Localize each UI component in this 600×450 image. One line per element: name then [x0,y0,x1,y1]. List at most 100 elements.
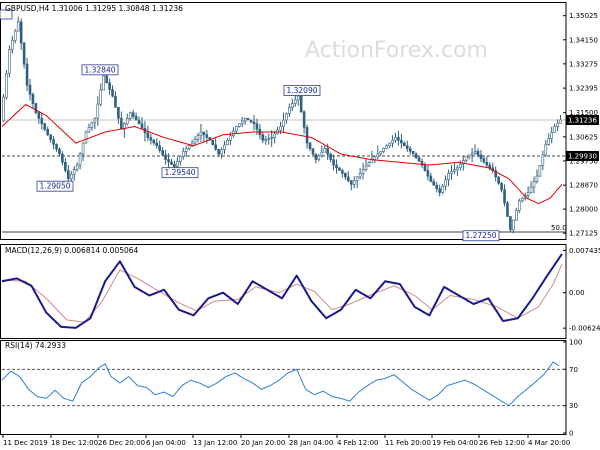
candle-body [184,148,188,152]
candle-body [308,142,312,149]
candle-body [223,144,226,150]
candle-body [497,176,500,184]
candle-body [450,171,453,174]
candle-body [373,156,377,160]
candle-body [161,150,164,156]
candle-body [249,119,253,123]
candle-body [291,103,294,108]
price-tick-label: 1.33275 [569,60,598,68]
candle-body [299,95,303,113]
price-callout-label: 1.32090 [286,86,317,95]
macd-tick-label: 0.00 [569,289,585,297]
candle-body [137,119,141,125]
price-panel-header: GBPUSD,H4 1.31006 1.31295 1.30848 1.3123… [5,4,183,13]
candle-body [515,210,518,221]
candle-body [405,145,409,149]
candle-body [176,161,179,167]
candle-body [22,42,26,65]
candle-body [296,95,300,101]
candle-body [485,161,489,166]
time-tick-label: 4 Mar 20:00 [528,439,570,447]
candle-body [179,156,182,162]
candle-body [417,157,421,162]
candle-body [411,150,415,155]
candle-body [444,179,447,187]
candle-body [243,117,247,122]
candle-body [347,176,350,181]
candle-body [544,144,548,156]
level-line-label: 1.29930 [568,152,597,160]
candle-body [556,122,559,127]
candle-body [128,112,132,119]
candle-body [414,153,418,159]
candle-body [58,148,61,155]
candle-body [217,149,220,155]
candle-body [111,89,114,97]
macd-tick-label: 0.007435 [569,247,600,255]
candle-body [385,145,388,149]
rsi-tick-label: 100 [569,339,582,347]
candle-body [379,150,383,155]
macd-panel-header: MACD(12,26,9) 0.006814 0.005064 [5,246,139,255]
candle-body [52,139,55,145]
candle-body [517,200,521,211]
macd-signal-line [1,263,563,323]
candle-body [550,132,553,139]
time-tick-label: 11 Dec 2019 [3,439,48,447]
candle-body [270,137,273,139]
candle-body [13,30,17,41]
candle-body [358,173,362,178]
candle-body [376,153,380,158]
retracement-label: 50.0 [551,224,567,232]
candle-body [476,150,480,156]
candle-body [438,188,441,193]
candle-body [181,150,185,157]
time-tick-label: 28 Jan 04:00 [289,439,333,447]
candle-body [344,173,347,178]
candle-body [473,150,477,154]
candle-body [149,137,153,141]
candle-body [220,149,223,155]
time-tick-label: 11 Feb 20:00 [385,439,431,447]
candle-body [447,173,450,181]
candle-body [388,142,391,147]
candle-body [349,180,353,185]
rsi-panel-header: RSI(14) 74.2933 [5,341,66,350]
macd-panel: 0.007435 0.00 -0.00624 [1,247,600,333]
candle-body [503,189,506,204]
candle-body [288,106,291,114]
candle-body [535,175,539,182]
candle-body [255,123,259,130]
candle-body [240,120,244,125]
candle-body [43,123,47,130]
time-tick-label: 6 Jan 04:00 [146,439,186,447]
candle-body [541,154,545,166]
candle-body [49,134,52,140]
candle-body [512,219,515,231]
candle-body [55,144,58,150]
candle-body [61,153,64,163]
candle-body [456,167,459,170]
candle-body [199,131,203,136]
price-tick-label: 1.32395 [569,85,598,93]
price-callout-label: 1.27250 [465,231,496,240]
candle-body [105,75,108,83]
candle-body [403,142,406,147]
candle-body [285,113,288,121]
candle-body [34,103,38,114]
candle-body [187,145,191,149]
price-tick-label: 1.28000 [569,206,598,214]
candle-body [19,21,23,44]
candle-body [500,183,503,191]
candle-body [46,128,49,136]
candle-body [311,148,315,155]
candle-body [69,173,73,180]
time-tick-label: 26 Dec 20:00 [98,439,145,447]
time-tick-label: 4 Feb 12:00 [337,439,378,447]
candle-body [75,164,79,170]
candle-body [400,139,403,144]
price-tick-label: 1.28870 [569,182,598,190]
candle-body [235,126,238,132]
price-panel: 1.350251.341501.332751.323951.315001.306… [0,9,599,242]
candle-body [335,164,338,169]
